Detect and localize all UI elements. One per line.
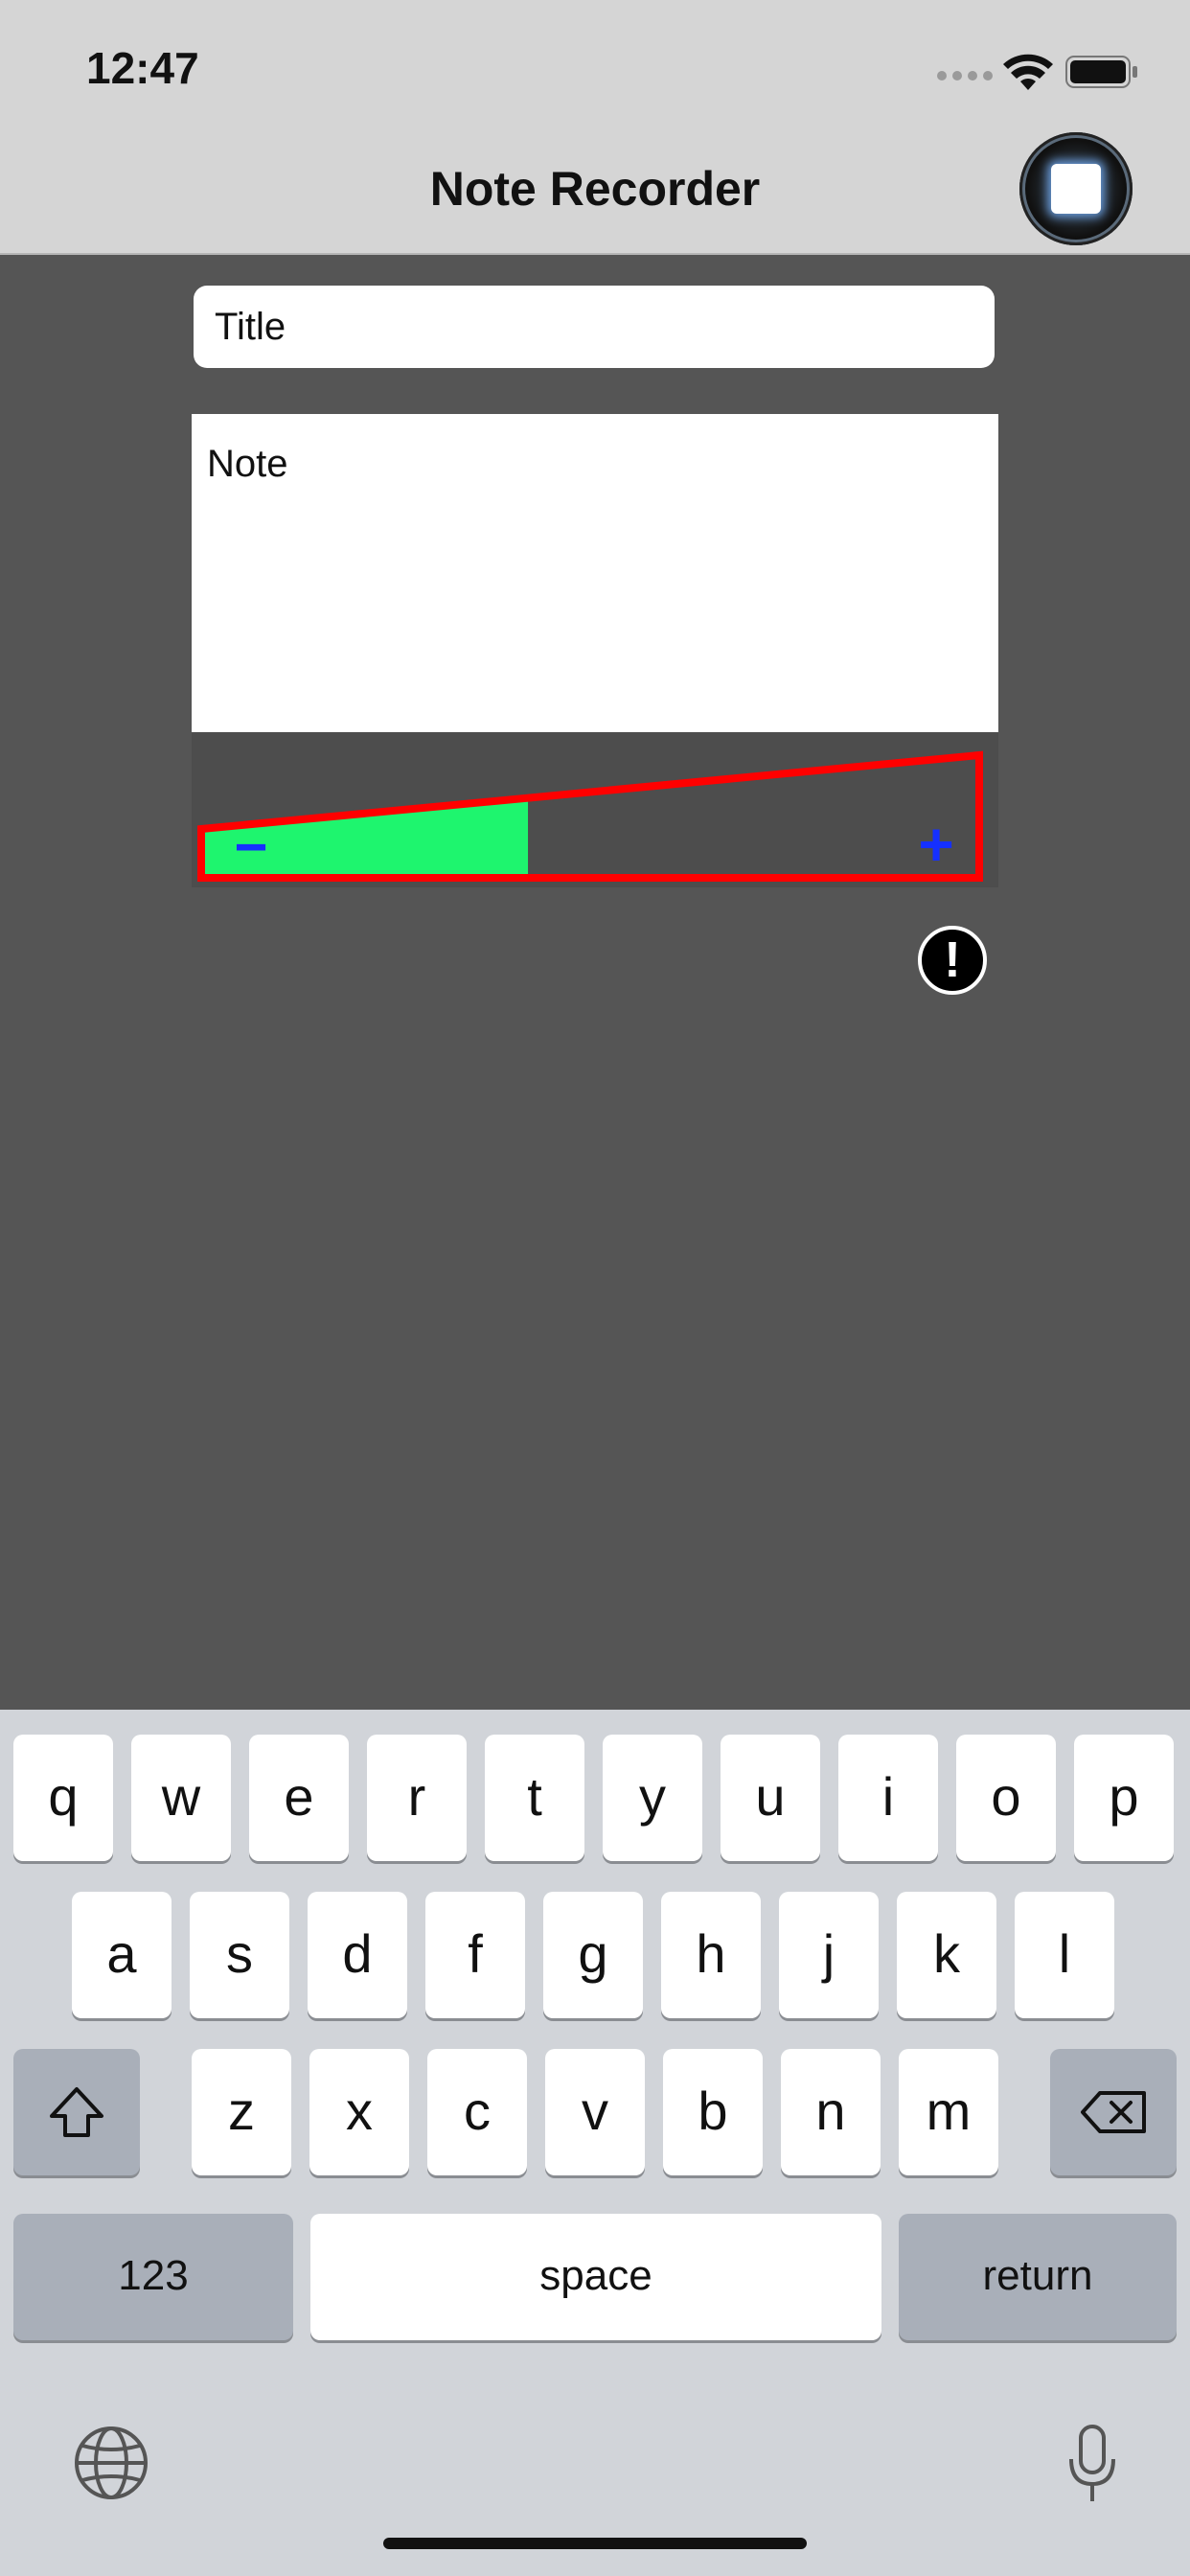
title-input[interactable]: Title	[194, 286, 995, 368]
key-f[interactable]: f	[425, 1892, 525, 2018]
stop-icon	[1051, 164, 1101, 214]
key-s[interactable]: s	[190, 1892, 289, 2018]
key-b[interactable]: b	[663, 2049, 763, 2175]
key-n[interactable]: n	[781, 2049, 881, 2175]
volume-decrease-button[interactable]: −	[230, 818, 272, 876]
key-a[interactable]: a	[72, 1892, 172, 2018]
note-placeholder: Note	[207, 443, 288, 485]
key-i[interactable]: i	[838, 1735, 938, 1861]
status-time: 12:47	[86, 43, 199, 93]
key-p[interactable]: p	[1074, 1735, 1174, 1861]
backspace-icon	[1081, 2091, 1146, 2133]
key-l[interactable]: l	[1015, 1892, 1114, 2018]
key-h[interactable]: h	[661, 1892, 761, 2018]
keyboard: 123 space return qwertyuiop asdfghjkl zxcv…	[0, 1710, 1190, 2576]
cellular-signal-icon	[937, 71, 993, 80]
key-r[interactable]: r	[367, 1735, 467, 1861]
key-g[interactable]: g	[543, 1892, 643, 2018]
home-indicator	[383, 2538, 807, 2549]
key-k[interactable]: k	[897, 1892, 996, 2018]
shift-key[interactable]	[13, 2049, 140, 2175]
key-j[interactable]: j	[779, 1892, 879, 2018]
volume-control[interactable]: − +	[192, 732, 998, 887]
key-u[interactable]: u	[721, 1735, 820, 1861]
delete-key[interactable]	[1050, 2049, 1177, 2175]
space-key[interactable]: space	[310, 2214, 881, 2340]
key-c[interactable]: c	[427, 2049, 527, 2175]
key-o[interactable]: o	[956, 1735, 1056, 1861]
key-v[interactable]: v	[545, 2049, 645, 2175]
microphone-icon[interactable]	[1065, 2425, 1119, 2505]
key-t[interactable]: t	[485, 1735, 584, 1861]
key-x[interactable]: x	[309, 2049, 409, 2175]
numbers-key[interactable]: 123	[13, 2214, 293, 2340]
globe-icon[interactable]	[73, 2425, 149, 2501]
wifi-icon	[1003, 54, 1053, 90]
key-q[interactable]: q	[13, 1735, 113, 1861]
shift-icon	[50, 2087, 103, 2137]
volume-wedge	[197, 750, 983, 882]
alert-icon[interactable]: !	[918, 926, 987, 995]
key-m[interactable]: m	[899, 2049, 998, 2175]
key-y[interactable]: y	[603, 1735, 702, 1861]
return-key[interactable]: return	[899, 2214, 1177, 2340]
navigation-bar: 12:47 Note Recorder	[0, 0, 1190, 255]
volume-increase-button[interactable]: +	[912, 814, 960, 875]
key-w[interactable]: w	[131, 1735, 231, 1861]
title-placeholder: Title	[215, 305, 286, 348]
key-z[interactable]: z	[192, 2049, 291, 2175]
battery-icon	[1065, 56, 1137, 88]
key-d[interactable]: d	[308, 1892, 407, 2018]
page-title: Note Recorder	[429, 162, 761, 216]
key-e[interactable]: e	[249, 1735, 349, 1861]
note-textarea[interactable]: Note	[192, 414, 998, 732]
stop-recording-button[interactable]	[1019, 132, 1133, 245]
